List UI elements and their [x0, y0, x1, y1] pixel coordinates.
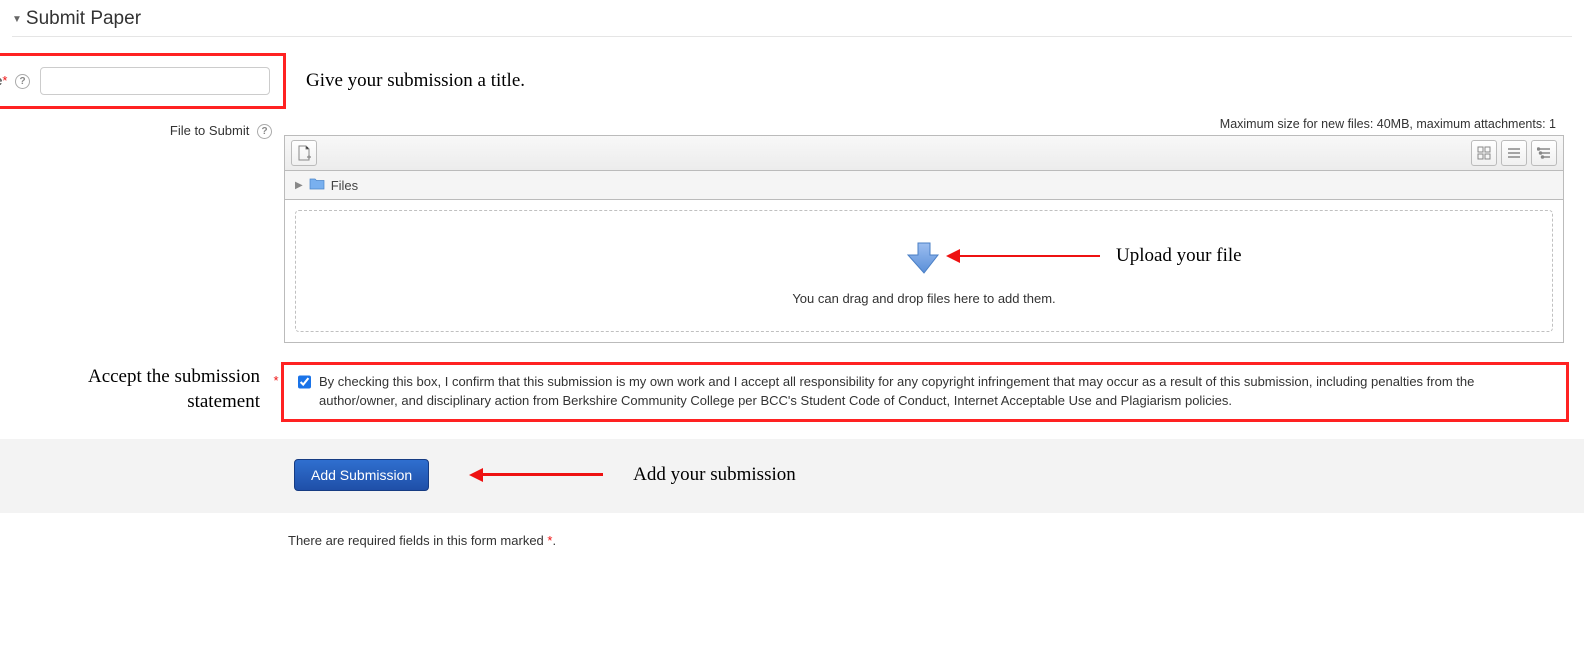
view-grid-button[interactable] — [1471, 140, 1497, 166]
view-list-button[interactable] — [1501, 140, 1527, 166]
annotation-upload-hint: Upload your file — [1116, 245, 1242, 267]
annotation-title-hint: Give your submission a title. — [306, 70, 525, 91]
file-to-submit-label: File to Submit — [170, 123, 249, 138]
tree-caret-icon: ▶ — [295, 180, 303, 191]
page-title: Submit Paper — [26, 8, 141, 30]
folder-icon — [309, 177, 325, 193]
arrow-left-icon — [469, 468, 483, 482]
arrow-shaft — [960, 255, 1100, 258]
arrow-shaft — [483, 473, 603, 476]
drop-hint-text: You can drag and drop files here to add … — [792, 291, 1055, 306]
accept-statement-checkbox[interactable] — [298, 375, 311, 389]
required-star: * — [2, 73, 7, 88]
annotation-submit-hint: Add your submission — [633, 464, 796, 486]
file-drop-area[interactable]: You can drag and drop files here to add … — [284, 200, 1564, 343]
file-toolbar — [284, 135, 1564, 171]
submission-title-input[interactable] — [40, 67, 270, 95]
download-arrow-icon — [906, 239, 942, 278]
files-tree-label: Files — [331, 178, 358, 193]
add-submission-button[interactable]: Add Submission — [294, 459, 429, 491]
add-file-button[interactable] — [291, 140, 317, 166]
help-icon[interactable]: ? — [257, 124, 272, 139]
statement-text: By checking this box, I confirm that thi… — [319, 373, 1556, 411]
annotation-statement-label: Accept the submission statement — [0, 365, 268, 414]
required-fields-note: There are required fields in this form m… — [0, 513, 1584, 548]
view-tree-button[interactable] — [1531, 140, 1557, 166]
collapse-caret-icon[interactable]: ▼ — [12, 14, 22, 25]
file-tree-root[interactable]: ▶ Files — [284, 171, 1564, 200]
help-icon[interactable]: ? — [15, 74, 30, 89]
arrow-left-icon — [946, 249, 960, 263]
file-size-info: Maximum size for new files: 40MB, maximu… — [284, 117, 1564, 131]
required-star: * — [273, 373, 278, 388]
